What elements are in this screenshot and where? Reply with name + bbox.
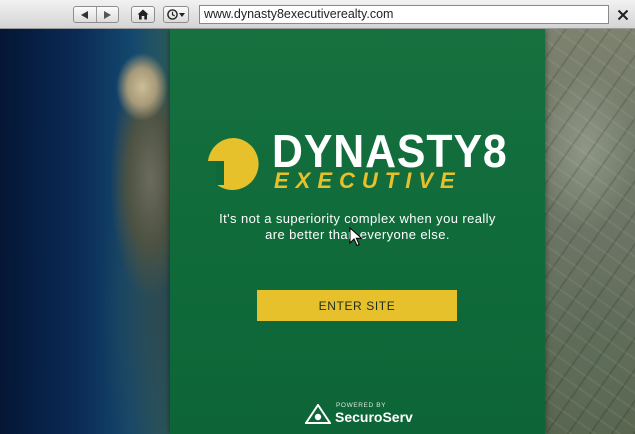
close-button[interactable] [614,5,632,24]
securoserv-name: SecuroServ [335,409,413,425]
chevron-down-icon [179,12,185,17]
securoserv-logo-icon [305,404,331,424]
history-button[interactable] [163,6,189,23]
enter-site-button[interactable]: ENTER SITE [257,290,457,321]
mouse-cursor-icon [349,227,363,247]
navigation-buttons [73,6,119,23]
brand-subtitle: EXECUTIVE [274,168,462,193]
powered-by-label: POWERED BY [336,402,387,409]
satellite-background-right [545,29,635,434]
forward-arrow-icon [104,10,112,19]
url-text: www.dynasty8executiverealty.com [204,7,394,21]
forward-button[interactable] [95,7,119,22]
tagline-line-1: It's not a superiority complex when you … [219,211,496,226]
home-button[interactable] [131,6,155,23]
dynasty8-emblem-icon [208,137,259,190]
history-clock-icon [167,9,178,20]
web-page: DYNASTY8 EXECUTIVE It's not a superiorit… [0,29,635,434]
address-bar[interactable]: www.dynasty8executiverealty.com [199,5,609,24]
close-icon [617,9,629,20]
securoserv-badge: POWERED BY SecuroServ [299,402,429,428]
satellite-background-left [0,29,170,434]
home-icon [137,9,149,20]
back-arrow-icon [80,10,88,19]
browser-toolbar: www.dynasty8executiverealty.com [0,0,635,29]
dynasty8-logo: DYNASTY8 EXECUTIVE [202,125,507,197]
back-button[interactable] [74,7,96,22]
